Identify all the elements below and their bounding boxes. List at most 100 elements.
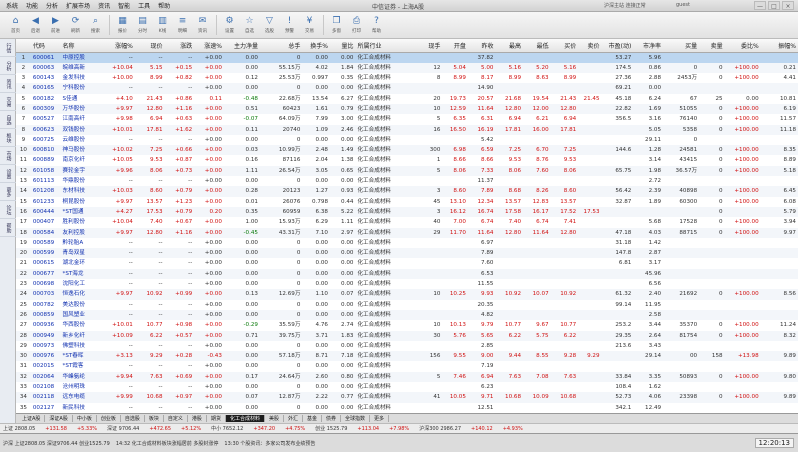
sidebar-item[interactable]: 更多 (0, 183, 16, 201)
table-row[interactable]: 1 600061 中原控股 -- -- -- +0.00 0.00 0 0.00 0.00 化工合成材… (16, 52, 798, 63)
toolbar-button[interactable]: ¥ 交易 (300, 13, 319, 37)
sidebar-item[interactable]: 板块 (0, 129, 16, 147)
market-tab[interactable]: 板块 (145, 415, 164, 422)
menu-item[interactable]: 功能 (23, 1, 41, 10)
sidebar-item[interactable]: 论坛 (0, 201, 16, 219)
market-tab[interactable]: 港股 (188, 415, 207, 422)
table-row[interactable]: 20 000599 青岛双星 -- -- -- +0.00 0.00 0 0.00 0.00 化工合成… (16, 248, 798, 259)
table-row[interactable]: 2 600063 皖维高新 +10.04 5.15 +0.15 +0.00 0.00 55.15… (16, 62, 798, 74)
toolbar-button[interactable]: ⌕ 搜索 (86, 13, 105, 37)
menu-item[interactable]: 工具 (135, 1, 153, 10)
sidebar-item[interactable]: 交易 (0, 93, 16, 111)
menu-item[interactable]: 扩展市场 (63, 1, 93, 10)
toolbar-button[interactable]: ⌂ 首页 (6, 13, 25, 37)
market-tab[interactable]: 期货 (207, 415, 226, 422)
toolbar-button[interactable]: ▥ K线 (153, 13, 172, 37)
maximize-button[interactable]: □ (768, 1, 780, 10)
column-header[interactable]: 市盈(动) (601, 39, 634, 53)
menu-item[interactable]: 资讯 (95, 1, 113, 10)
sidebar-item[interactable]: 资讯 (0, 75, 16, 93)
toolbar-button[interactable]: ◀ 后退 (26, 13, 45, 37)
table-row[interactable]: 35 002127 新民科技 -- -- -- +0.00 0.00 0 0.00 0.00 化工合成… (16, 403, 798, 413)
column-header[interactable]: 现手 (416, 39, 443, 53)
toolbar-button[interactable]: ⚙ 设置 (220, 13, 239, 37)
market-tab[interactable]: 更多 (370, 415, 390, 422)
column-header[interactable]: 总手 (259, 39, 303, 53)
table-row[interactable]: 24 000703 恒逸石化 +9.97 10.92 +0.99 +0.00 0.13 12.6… (16, 289, 798, 300)
column-header[interactable]: 卖量 (699, 39, 725, 53)
table-row[interactable]: 30 000976 *ST春晖 +3.13 9.29 +0.28 -0.43 0.00 57.1… (16, 351, 798, 362)
table-row[interactable]: 10 600810 神马股份 +10.02 7.25 +0.66 +0.00 0.03 10.9… (16, 145, 798, 156)
toolbar-button[interactable]: ❐ 多窗 (327, 13, 346, 37)
table-row[interactable]: 19 000589 黔轮胎A -- -- -- +0.00 0.00 0 0.00 0.00 化工合成… (16, 238, 798, 248)
column-header[interactable]: 市净率 (633, 39, 664, 53)
table-row[interactable]: 26 000859 国风塑业 -- -- -- +0.00 0.00 0 0.00 0.00 化工合成… (16, 309, 798, 321)
sidebar-item[interactable]: 自选 (0, 111, 16, 129)
toolbar-button[interactable]: ! 预警 (280, 13, 299, 37)
table-row[interactable]: 34 002118 远东电缆 +9.99 10.68 +0.97 +0.00 0.07 12.8… (16, 392, 798, 403)
table-row[interactable]: 33 002108 沧州明珠 -- -- -- +0.00 0.00 0 0.00 0.00 化工合成… (16, 382, 798, 392)
table-row[interactable]: 6 600309 万华股份 +9.97 12.80 +1.16 +0.00 0.51 60423… (16, 103, 798, 115)
column-header[interactable]: 昨收 (467, 39, 496, 53)
column-header[interactable]: 涨幅% (100, 39, 135, 53)
column-header[interactable]: 买价 (550, 39, 579, 53)
sidebar-item[interactable]: 市场 (0, 147, 16, 165)
toolbar-button[interactable]: ≡ 明细 (173, 13, 192, 37)
column-header[interactable]: 量比 (330, 39, 356, 53)
sidebar-item[interactable]: 行情 (0, 39, 16, 57)
stock-quote-table[interactable]: 代码 名称 涨幅% 现价 涨跌 涨速% 主力净量 总手 换手% 量比 所属行业 现手 开盘 昨收 最高 最低买… (16, 39, 798, 413)
market-tab[interactable]: 基金 (303, 415, 323, 422)
table-row[interactable]: 15 601233 桐昆股份 +9.97 13.57 +1.23 +0.00 0.01 2607… (16, 197, 798, 207)
table-row[interactable]: 7 600527 江南高纤 +9.98 6.94 +0.63 +0.00 -0.07 64.09… (16, 114, 798, 124)
table-row[interactable]: 23 000698 沈阳化工 -- -- -- +0.00 0.00 0 0.00 0.00 化工合成… (16, 279, 798, 289)
column-header[interactable]: 涨跌 (164, 39, 195, 53)
toolbar-button[interactable]: ☆ 自选 (240, 13, 259, 37)
table-row[interactable]: 5 600182 S佳通 +4.10 21.43 +0.86 0.11 -0.48 22.68万… (16, 94, 798, 104)
market-tab[interactable]: 自选股 (121, 415, 145, 422)
sidebar-item[interactable]: 帮助 (0, 219, 16, 237)
sidebar-item[interactable]: 设置 (0, 165, 16, 183)
column-header[interactable]: 现价 (134, 39, 165, 53)
toolbar-button[interactable]: ⟳ 刷新 (66, 13, 85, 37)
market-tab[interactable]: 自定义 (164, 415, 188, 422)
toolbar-button[interactable]: ? 帮助 (367, 13, 386, 37)
table-row[interactable]: 31 002015 *ST霞客 -- -- -- +0.00 0.00 0 0.00 0.00 化工合… (16, 361, 798, 371)
market-tab[interactable]: 债券 (322, 415, 342, 422)
table-row[interactable]: 29 000973 佛塑科技 -- -- -- +0.00 0.00 0 0.00 0.00 化工合成… (16, 341, 798, 351)
column-header[interactable]: 涨速% (194, 39, 224, 53)
table-row[interactable]: 27 000936 华西股份 +10.01 10.77 +0.98 +0.00 -0.29 35… (16, 320, 798, 330)
column-header[interactable]: 换手% (302, 39, 330, 53)
toolbar-button[interactable]: ▶ 前进 (46, 13, 65, 37)
status-notice[interactable]: 13:30 个股资讯：多家公司发布业绩预告 (224, 440, 315, 447)
market-tab[interactable]: 美股 (265, 415, 284, 422)
toolbar-button[interactable]: ▽ 选股 (260, 13, 279, 37)
table-row[interactable]: 14 601208 东材科技 +10.03 8.60 +0.79 +0.00 0.28 2012… (16, 186, 798, 197)
close-button[interactable]: × (782, 1, 794, 10)
toolbar-button[interactable]: ✉ 资讯 (193, 13, 212, 37)
status-news[interactable]: 14:32 化工合成材料板块涨幅居前 多股封涨停 (116, 440, 219, 447)
table-row[interactable]: 18 000584 友利控股 +9.97 12.80 +1.16 +0.00 -0.45 43.… (16, 227, 798, 238)
toolbar-button[interactable]: ▦ 报价 (113, 13, 132, 37)
table-row[interactable]: 4 600165 宁科股份 -- -- -- +0.00 0.00 0 0.00 0.00 化工合成材… (16, 83, 798, 94)
menu-item[interactable]: 系统 (3, 1, 21, 10)
column-header[interactable]: 买量 (663, 39, 700, 53)
column-header[interactable]: 所属行业 (355, 39, 417, 53)
toolbar-button[interactable]: ⎙ 打印 (347, 13, 366, 37)
table-row[interactable]: 17 000407 胜利股份 +10.04 7.40 +0.67 +0.00 1.00 15.9… (16, 217, 798, 227)
column-header[interactable]: 开盘 (442, 39, 468, 53)
column-header[interactable]: 主力净量 (223, 39, 260, 53)
table-row[interactable]: 3 600143 金发科技 +10.00 8.99 +0.82 +0.00 0.12 25.53… (16, 73, 798, 83)
column-header[interactable]: 名称 (60, 39, 101, 53)
column-header[interactable]: 最低 (523, 39, 551, 53)
minimize-button[interactable]: — (754, 1, 766, 10)
market-tab[interactable]: 全球指数 (341, 415, 371, 422)
market-tab[interactable]: 上证A股 (18, 415, 46, 422)
table-row[interactable]: 25 000782 美达股份 -- -- -- +0.00 0.00 0 0.00 0.00 化工合成… (16, 300, 798, 310)
market-tab[interactable]: 创业板 (97, 415, 121, 422)
column-header[interactable] (16, 39, 31, 53)
column-header[interactable]: 委比% (724, 39, 761, 53)
menu-item[interactable]: 帮助 (155, 1, 173, 10)
table-row[interactable]: 9 600725 云维股份 -- -- -- +0.00 0.00 0 0.00 0.00 化工合成材… (16, 135, 798, 145)
table-row[interactable]: 28 000949 新乡化纤 +10.09 6.22 +0.57 +0.00 0.71 39.7… (16, 330, 798, 341)
table-row[interactable]: 32 002064 华峰氨纶 +9.94 7.63 +0.69 +0.00 0.17 24.64… (16, 371, 798, 382)
